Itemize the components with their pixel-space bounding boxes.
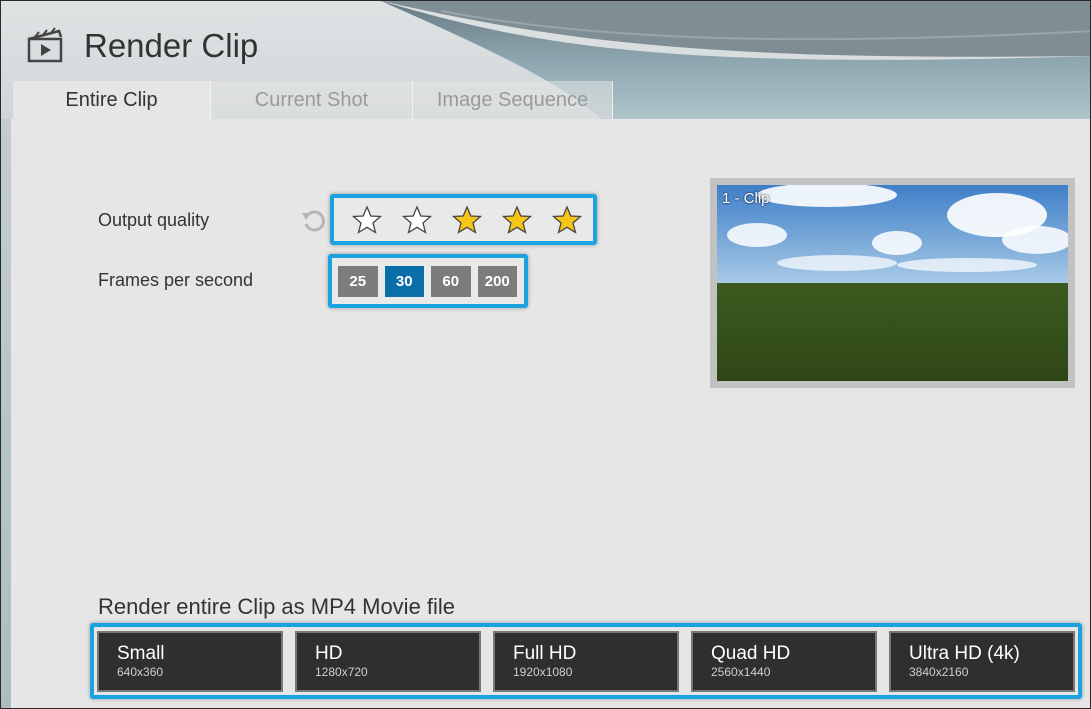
resolution-selector: Small 640x360 HD 1280x720 Full HD 1920x1… (90, 623, 1082, 699)
resolution-name: Ultra HD (4k) (909, 642, 1020, 664)
tab-bar: Entire Clip Current Shot Image Sequence (13, 81, 613, 120)
clip-preview-image: 1 - Clip (717, 185, 1068, 381)
preview-clip-label: 1 - Clip (722, 190, 770, 207)
tab-entire-clip[interactable]: Entire Clip (13, 81, 211, 120)
clip-preview: 1 - Clip (710, 178, 1075, 388)
resolution-name: Quad HD (711, 642, 791, 664)
resolution-ultra-hd-button[interactable]: Ultra HD (4k) 3840x2160 (889, 630, 1075, 692)
resolution-size: 2560x1440 (711, 664, 771, 679)
resolution-size: 1280x720 (315, 664, 368, 679)
clapperboard-icon (27, 27, 63, 63)
resolution-name: Small (117, 642, 165, 664)
resolution-name: HD (315, 642, 343, 664)
resolution-quad-hd-button[interactable]: Quad HD 2560x1440 (691, 630, 877, 692)
output-quality-label: Output quality (98, 210, 210, 230)
star-empty-icon[interactable] (392, 200, 442, 240)
resolution-name: Full HD (513, 642, 577, 664)
tab-image-sequence[interactable]: Image Sequence (413, 81, 613, 120)
render-clip-window: Render Clip Entire Clip Current Shot Ima… (0, 0, 1091, 709)
page-title: Render Clip (84, 27, 259, 64)
left-edge-background (1, 119, 11, 708)
resolution-size: 3840x2160 (909, 664, 969, 679)
star-filled-icon[interactable] (442, 200, 492, 240)
resolution-size: 1920x1080 (513, 664, 573, 679)
resolution-small-button[interactable]: Small 640x360 (97, 630, 283, 692)
star-empty-icon[interactable] (342, 200, 392, 240)
export-title: Render entire Clip as MP4 Movie file (98, 594, 456, 619)
fps-option-30[interactable]: 30 (384, 265, 424, 297)
star-filled-icon[interactable] (492, 200, 542, 240)
fps-option-200[interactable]: 200 (477, 265, 517, 297)
resolution-hd-button[interactable]: HD 1280x720 (295, 630, 481, 692)
fps-label: Frames per second (98, 270, 254, 290)
tab-current-shot[interactable]: Current Shot (211, 81, 413, 120)
fps-selector: 25 30 60 200 (328, 254, 528, 308)
quality-star-rating[interactable] (330, 194, 597, 245)
reset-quality-icon[interactable] (301, 208, 327, 234)
star-filled-icon[interactable] (542, 200, 592, 240)
resolution-size: 640x360 (117, 664, 164, 679)
resolution-full-hd-button[interactable]: Full HD 1920x1080 (493, 630, 679, 692)
fps-option-60[interactable]: 60 (431, 265, 471, 297)
fps-option-25[interactable]: 25 (338, 265, 378, 297)
